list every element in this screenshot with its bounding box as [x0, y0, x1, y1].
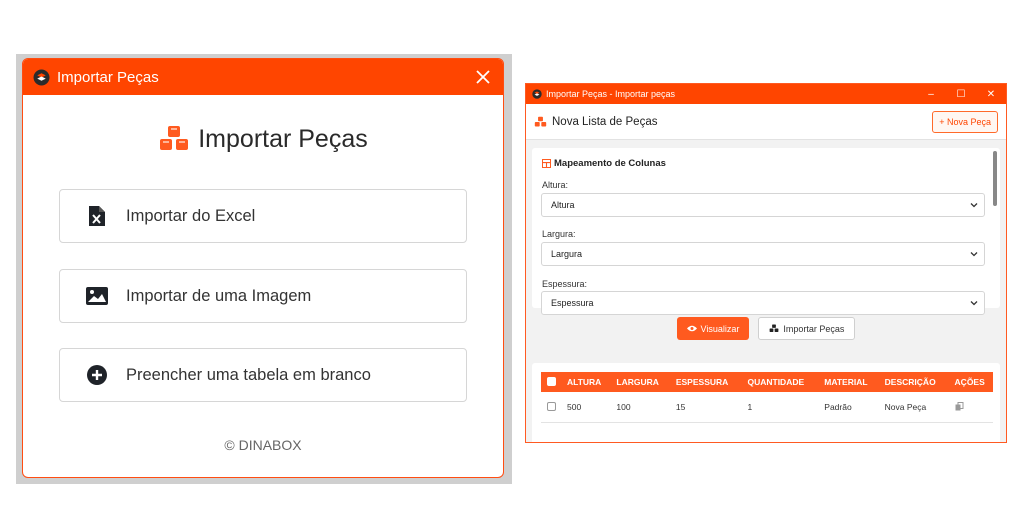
col-material[interactable]: MATERIAL: [818, 372, 879, 392]
altura-select[interactable]: Altura: [541, 193, 985, 217]
cubes-icon: [770, 324, 779, 332]
col-quantidade[interactable]: QUANTIDADE: [741, 372, 819, 392]
minimize-button[interactable]: –: [916, 84, 946, 104]
dialog-footer: © DINABOX: [224, 437, 302, 453]
col-largura[interactable]: LARGURA: [610, 372, 670, 392]
cell-actions: [948, 392, 993, 423]
blank-table-label: Preencher uma tabela em branco: [126, 365, 371, 384]
new-piece-button[interactable]: + Nova Peça: [932, 110, 998, 133]
mapping-title-text: Mapeamento de Colunas: [554, 158, 666, 169]
close-button[interactable]: [473, 67, 493, 87]
cell-quantidade[interactable]: 1: [741, 392, 819, 423]
cell-descricao[interactable]: Nova Peça: [878, 392, 949, 423]
list-title: Nova Lista de Peças: [552, 115, 658, 128]
chevron-down-icon: [970, 203, 978, 208]
mapping-title: Mapeamento de Colunas: [542, 158, 666, 169]
table-row: 500 100 15 1 Padrão Nova Peça: [541, 392, 993, 423]
largura-select[interactable]: Largura: [541, 242, 985, 266]
window-titlebar: Importar Peças - Importar peças – ☐ ✕: [526, 84, 1006, 104]
plus-circle-icon: [87, 365, 107, 385]
import-window: Importar Peças - Importar peças – ☐ ✕ No…: [525, 83, 1007, 443]
largura-label: Largura:: [542, 229, 576, 239]
import-image-label: Importar de uma Imagem: [126, 286, 312, 305]
import-excel-label: Importar do Excel: [126, 206, 256, 225]
col-espessura[interactable]: ESPESSURA: [669, 372, 742, 392]
col-descricao[interactable]: DESCRIÇÃO: [878, 372, 949, 392]
pieces-table: ALTURA LARGURA ESPESSURA QUANTIDADE MATE…: [541, 372, 993, 423]
select-all-checkbox[interactable]: [547, 376, 556, 386]
preview-button[interactable]: Visualizar: [676, 317, 750, 340]
altura-label: Altura:: [542, 180, 569, 190]
cell-altura[interactable]: 500: [561, 392, 611, 423]
row-checkbox[interactable]: [547, 401, 556, 411]
col-altura[interactable]: ALTURA: [561, 372, 611, 392]
cell-espessura[interactable]: 15: [669, 392, 742, 423]
excel-file-icon: [89, 206, 105, 226]
espessura-label: Espessura:: [542, 279, 588, 289]
close-icon: [476, 70, 490, 84]
import-pieces-label: Importar Peças: [783, 323, 845, 334]
image-icon: [86, 287, 108, 305]
window-title: Importar Peças - Importar peças: [546, 89, 676, 99]
pieces-table-card: ALTURA LARGURA ESPESSURA QUANTIDADE MATE…: [532, 363, 1000, 442]
chevron-down-icon: [970, 301, 978, 306]
blank-table-button[interactable]: Preencher uma tabela em branco: [59, 348, 467, 402]
window-close-button[interactable]: ✕: [976, 84, 1006, 104]
copy-icon[interactable]: [955, 401, 964, 411]
row-select-cell: [541, 392, 561, 423]
import-excel-button[interactable]: Importar do Excel: [59, 189, 467, 243]
action-buttons: Visualizar Importar Peças: [526, 317, 1006, 340]
table-header-row: ALTURA LARGURA ESPESSURA QUANTIDADE MATE…: [541, 372, 993, 392]
altura-select-value: Altura: [551, 200, 575, 210]
cell-material[interactable]: Padrão: [818, 392, 879, 423]
espessura-select[interactable]: Espessura: [541, 291, 985, 315]
cubes-icon: [534, 116, 547, 126]
preview-button-label: Visualizar: [700, 323, 740, 334]
dialog-heading: Importar Peças: [23, 123, 503, 155]
chevron-down-icon: [970, 252, 978, 257]
app-logo-icon: [33, 69, 50, 85]
column-mapping-card: Mapeamento de Colunas Altura: Altura Lar…: [532, 148, 1000, 315]
largura-select-value: Largura: [551, 249, 583, 259]
dialog-title: Importar Peças: [57, 68, 159, 86]
maximize-button[interactable]: ☐: [946, 84, 976, 104]
cubes-icon: [160, 126, 189, 150]
import-dialog: Importar Peças Importar Peças Importar d…: [22, 58, 504, 478]
mapping-scrollbar[interactable]: [993, 151, 997, 206]
col-acoes: AÇÕES: [948, 372, 993, 392]
window-toolbar: Nova Lista de Peças + Nova Peça: [526, 104, 1006, 140]
select-all-header: [541, 372, 561, 392]
import-pieces-button[interactable]: Importar Peças: [758, 317, 856, 340]
eye-icon: [686, 325, 697, 332]
dialog-titlebar: Importar Peças: [23, 59, 503, 95]
app-logo-icon: [532, 89, 542, 99]
dialog-heading-text: Importar Peças: [198, 124, 368, 153]
cell-largura[interactable]: 100: [610, 392, 670, 423]
import-image-button[interactable]: Importar de uma Imagem: [59, 269, 467, 323]
espessura-select-value: Espessura: [551, 298, 594, 308]
table-icon: [542, 159, 551, 168]
